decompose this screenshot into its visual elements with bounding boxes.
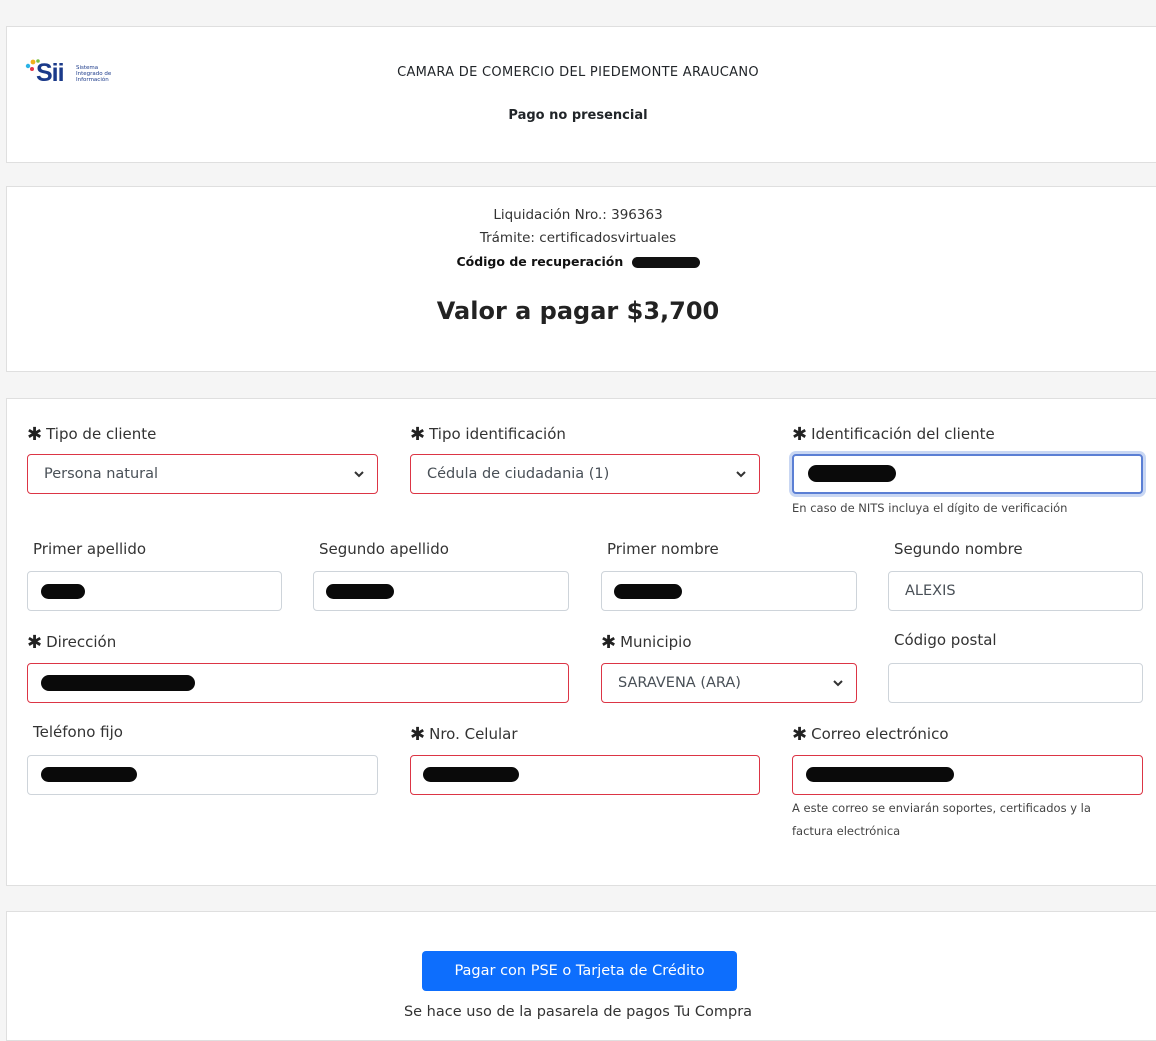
required-asterisk-icon: ✱: [410, 724, 426, 745]
redacted-value: [326, 584, 394, 599]
required-asterisk-icon: ✱: [792, 424, 808, 445]
required-asterisk-icon: ✱: [27, 632, 43, 653]
redacted-value: [41, 584, 85, 599]
celular-label: ✱ Nro. Celular: [410, 724, 518, 745]
primer-nombre-label: Primer nombre: [607, 540, 719, 558]
municipio-label: ✱ Municipio: [601, 632, 692, 653]
redacted-value: [423, 767, 519, 782]
tipo-identificacion-label: ✱ Tipo identificación: [410, 424, 566, 445]
required-asterisk-icon: ✱: [410, 424, 426, 445]
tipo-identificacion-select[interactable]: Cédula de ciudadania (1): [410, 454, 760, 494]
required-asterisk-icon: ✱: [27, 424, 43, 445]
header-card: [6, 26, 1156, 163]
required-asterisk-icon: ✱: [601, 632, 617, 653]
redacted-value: [808, 465, 896, 482]
segundo-nombre-label: Segundo nombre: [894, 540, 1023, 558]
codigo-postal-input[interactable]: [888, 663, 1143, 703]
tipo-cliente-select[interactable]: Persona natural: [27, 454, 378, 494]
organization-name: CAMARA DE COMERCIO DEL PIEDEMONTE ARAUCA…: [397, 65, 759, 80]
redacted-code: [631, 256, 700, 268]
recovery-code: Código de recuperación: [0, 254, 1156, 270]
recovery-code-label: Código de recuperación: [456, 254, 624, 269]
correo-help: A este correo se enviarán soportes, cert…: [792, 801, 1091, 838]
redacted-value: [614, 584, 682, 599]
chevron-down-icon: [736, 471, 746, 478]
segundo-apellido-label: Segundo apellido: [319, 540, 449, 558]
primer-apellido-label: Primer apellido: [33, 540, 147, 558]
page-subtitle: Pago no presencial: [508, 108, 648, 123]
correo-label: ✱ Correo electrónico: [792, 724, 949, 745]
codigo-postal-label: Código postal: [894, 631, 997, 649]
identificacion-label: ✱ Identificación del cliente: [792, 424, 995, 445]
tipo-cliente-label: ✱ Tipo de cliente: [27, 424, 157, 445]
redacted-value: [806, 767, 954, 782]
amount-due: Valor a pagar $3,700: [436, 297, 720, 325]
chevron-down-icon: [354, 471, 364, 478]
telefono-fijo-label: Teléfono fijo: [33, 723, 123, 741]
required-asterisk-icon: ✱: [792, 724, 808, 745]
chevron-down-icon: [833, 680, 843, 687]
tramite-type: Trámite: certificadosvirtuales: [479, 230, 677, 246]
redacted-value: [41, 675, 195, 691]
redacted-value: [41, 767, 137, 782]
payment-gateway-note: Se hace uso de la pasarela de pagos Tu C…: [403, 1004, 753, 1020]
identificacion-help: En caso de NITS incluya el dígito de ver…: [792, 501, 1068, 515]
liquidacion-number: Liquidación Nro.: 396363: [493, 207, 663, 223]
municipio-select[interactable]: SARAVENA (ARA): [601, 663, 857, 703]
pay-pse-button[interactable]: Pagar con PSE o Tarjeta de Crédito: [422, 951, 737, 991]
segundo-nombre-input[interactable]: ALEXIS: [888, 571, 1143, 611]
direccion-label: ✱ Dirección: [27, 632, 117, 653]
